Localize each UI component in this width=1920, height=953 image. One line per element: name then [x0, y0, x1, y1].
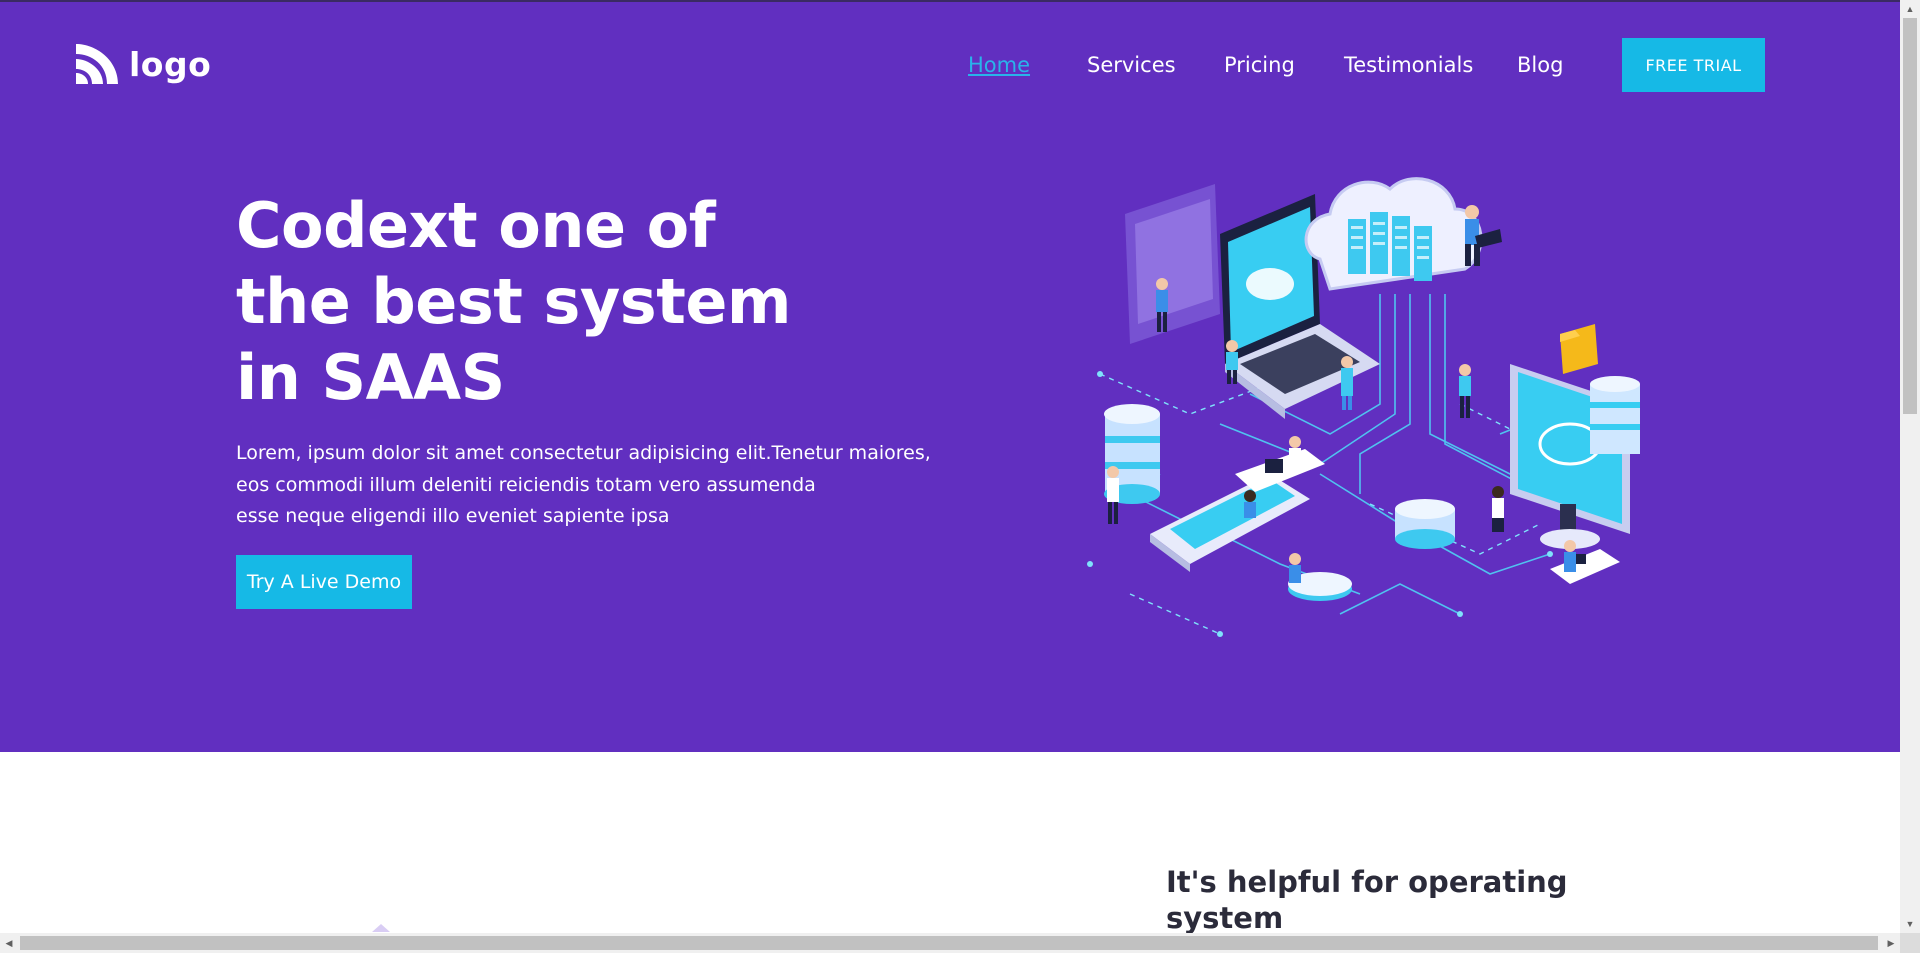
- live-demo-button[interactable]: Try A Live Demo: [236, 555, 412, 609]
- hero-section: logo Home Services Pricing Testimonials …: [0, 2, 1900, 752]
- hero-title: Codext one of the best system in SAAS: [236, 188, 796, 416]
- scroll-right-arrow-icon[interactable]: ▶: [1882, 933, 1900, 953]
- hero-description-line: esse neque eligendi illo eveniet sapient…: [236, 505, 670, 527]
- vertical-scroll-thumb[interactable]: [1903, 18, 1917, 414]
- nav-blog-link[interactable]: Blog: [1517, 53, 1563, 77]
- logo-link[interactable]: logo: [74, 42, 211, 86]
- nav-pricing-link[interactable]: Pricing: [1224, 53, 1295, 77]
- cloud-network-illustration: [1087, 177, 1640, 637]
- free-trial-button[interactable]: FREE TRIAL: [1622, 38, 1765, 92]
- logo-text: logo: [129, 44, 212, 84]
- scroll-up-arrow-icon[interactable]: ▲: [1900, 0, 1920, 18]
- scrollbar-corner: [1900, 933, 1920, 953]
- hero-title-line: Codext one of: [236, 189, 716, 262]
- horizontal-scroll-thumb[interactable]: [20, 936, 1878, 950]
- nav-services-link[interactable]: Services: [1087, 53, 1176, 77]
- hero-description: Lorem, ipsum dolor sit amet consectetur …: [236, 438, 956, 533]
- nav-testimonials-link[interactable]: Testimonials: [1344, 53, 1473, 77]
- hero-title-line: the best system: [236, 265, 791, 338]
- hero-description-line: Lorem, ipsum dolor sit amet consectetur …: [236, 442, 931, 464]
- scroll-down-arrow-icon[interactable]: ▼: [1900, 915, 1920, 933]
- nav-home-link[interactable]: Home: [968, 53, 1030, 77]
- section-title-line: system: [1166, 901, 1284, 933]
- hero-title-line: in SAAS: [236, 341, 505, 414]
- vertical-scrollbar[interactable]: ▲ ▼: [1900, 0, 1920, 933]
- page-viewport: logo Home Services Pricing Testimonials …: [0, 0, 1900, 933]
- horizontal-scrollbar[interactable]: ◀ ▶: [0, 933, 1900, 953]
- scroll-left-arrow-icon[interactable]: ◀: [0, 933, 18, 953]
- section-title-line: It's helpful for operating: [1166, 865, 1568, 899]
- decorative-shape: [372, 924, 390, 932]
- hero-description-line: eos commodi illum deleniti reiciendis to…: [236, 473, 816, 496]
- section-title: It's helpful for operating system: [1166, 864, 1586, 933]
- rss-logo-icon: [76, 44, 118, 84]
